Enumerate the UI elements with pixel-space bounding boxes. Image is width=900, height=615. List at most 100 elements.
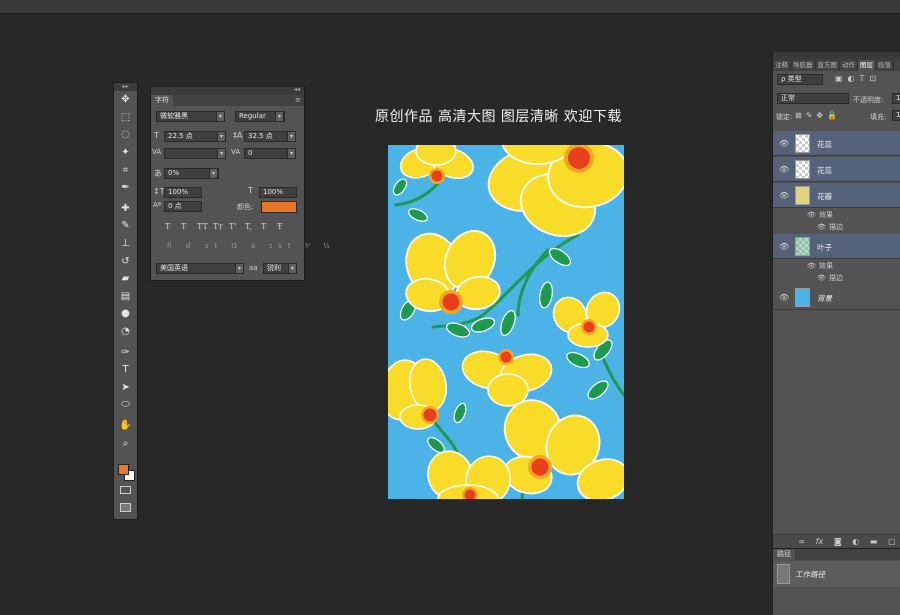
type-style-button[interactable]: T' <box>229 222 237 231</box>
folder-icon[interactable]: ▬ <box>870 537 878 546</box>
zoom-icon[interactable]: ⌕ <box>114 434 137 452</box>
layer-thumbnail <box>795 288 810 307</box>
chevron-down-icon[interactable]: ▾ <box>287 131 296 142</box>
type-style-button[interactable]: Ŧ <box>277 222 282 231</box>
type-style-button[interactable]: T <box>165 222 170 231</box>
screen-mode-icon[interactable] <box>120 503 131 512</box>
layer-row[interactable]: 👁 花蕊 <box>773 131 900 156</box>
document-canvas[interactable] <box>388 145 624 499</box>
chevron-down-icon[interactable]: ▾ <box>275 111 284 122</box>
language-select[interactable]: 美国英语 <box>156 263 244 274</box>
lock-label: 锁定: <box>776 113 793 121</box>
brush-icon[interactable]: ✎ <box>114 217 137 235</box>
tab-注释[interactable]: 注释 <box>773 60 791 71</box>
fx-icon[interactable]: fx <box>816 537 824 546</box>
tsume-icon: あ <box>154 169 162 178</box>
tracking-icon: VA <box>231 148 241 156</box>
clone-stamp-icon[interactable]: ⊥ <box>114 235 137 253</box>
tab-导航器[interactable]: 导航器 <box>791 60 816 71</box>
path-row[interactable]: 工作路径 <box>773 561 900 587</box>
blur-icon[interactable]: ● <box>114 305 137 323</box>
tab-直方图[interactable]: 直方图 <box>816 60 840 71</box>
layer-name: 花瓣 <box>817 192 832 201</box>
mask-icon[interactable]: ◙ <box>834 537 842 546</box>
chevron-down-icon[interactable]: ▾ <box>209 168 218 179</box>
chevron-down-icon[interactable]: ▾ <box>217 131 226 142</box>
pen-icon[interactable]: ✑ <box>114 343 137 361</box>
type-style-button[interactable]: TT <box>197 222 208 231</box>
lasso-icon[interactable]: ◌ <box>114 126 137 144</box>
layer-effects-row[interactable]: 👁 效果 <box>773 260 900 272</box>
layer-row[interactable]: 👁 叶子 <box>773 234 900 259</box>
layer-filter-icons[interactable]: ▣◐T⊡ <box>835 74 881 83</box>
fill-field[interactable]: 10 <box>892 110 900 121</box>
tab-动作[interactable]: 动作 <box>840 60 858 71</box>
chevron-down-icon[interactable]: ▾ <box>217 148 226 159</box>
chevron-down-icon[interactable]: ▾ <box>235 263 244 274</box>
tab-图层[interactable]: 图层 <box>858 60 876 71</box>
baseline-shift-icon: Aª <box>153 201 162 209</box>
opacity-field[interactable]: 10 <box>892 93 900 104</box>
eye-icon[interactable]: 👁 <box>807 209 816 221</box>
layer-thumbnail <box>795 186 810 205</box>
eye-icon[interactable]: 👁 <box>779 139 789 148</box>
horizontal-scale-field[interactable]: 100% <box>259 187 297 198</box>
eye-icon[interactable]: 👁 <box>779 191 789 200</box>
vertical-scale-field[interactable]: 100% <box>164 187 202 198</box>
layer-filter-select[interactable]: ρ 类型 <box>777 74 823 85</box>
marquee-icon[interactable]: ⬚ <box>114 109 137 127</box>
type-style-button[interactable]: Tт <box>213 222 223 231</box>
eye-icon[interactable]: 👁 <box>779 293 789 302</box>
quick-mask-icon[interactable] <box>120 486 131 494</box>
tab-段落[interactable]: 段落 <box>876 60 894 71</box>
panel-menu-icon[interactable]: ≡ <box>295 96 301 104</box>
layer-stroke-row[interactable]: 👁 描边 <box>773 272 900 284</box>
eye-icon[interactable]: 👁 <box>807 260 816 272</box>
ellipse-icon[interactable]: ⬭ <box>114 396 137 414</box>
dodge-icon[interactable]: ◔ <box>114 323 137 341</box>
move-icon[interactable]: ✥ <box>114 91 137 109</box>
baseline-shift-field[interactable]: 0 点 <box>164 201 202 212</box>
tab-paths[interactable]: 路径 <box>773 549 795 560</box>
history-brush-icon[interactable]: ↺ <box>114 252 137 270</box>
type-style-button[interactable]: T <box>261 222 266 231</box>
chevron-down-icon[interactable]: ▾ <box>216 111 225 122</box>
font-family-select[interactable]: 微软雅黑 <box>156 111 224 122</box>
layers-panel-header[interactable] <box>773 52 900 60</box>
layer-row[interactable]: 👁 花蕊 <box>773 157 900 182</box>
hand-icon[interactable]: ✋ <box>114 417 137 435</box>
chevron-down-icon[interactable]: ▾ <box>288 263 297 274</box>
layers-panel: 注释导航器直方图动作图层段落 ρ 类型 ▣◐T⊡ 正常 不透明度: 10 锁定:… <box>772 52 900 552</box>
text-color-swatch[interactable] <box>261 201 297 213</box>
type-style-button[interactable]: T, <box>245 222 252 231</box>
path-select-icon[interactable]: ➤ <box>114 379 137 397</box>
adjustment-icon[interactable]: ◐ <box>852 537 859 546</box>
blend-mode-select[interactable]: 正常 <box>777 93 849 104</box>
layer-stroke-row[interactable]: 👁 描边 <box>773 221 900 233</box>
type-style-button[interactable]: T <box>181 222 186 231</box>
tab-character[interactable]: 字符 <box>151 95 173 106</box>
layer-effects-row[interactable]: 👁 效果 <box>773 209 900 221</box>
magic-wand-icon[interactable]: ✦ <box>114 144 137 162</box>
link-icon[interactable]: ∞ <box>798 537 805 546</box>
eye-icon[interactable]: 👁 <box>779 165 789 174</box>
layer-thumbnail <box>795 134 810 153</box>
chevron-down-icon[interactable]: ▾ <box>287 148 296 159</box>
crop-icon[interactable]: ⌗ <box>114 161 137 179</box>
eye-icon[interactable]: 👁 <box>779 242 789 251</box>
layer-row[interactable]: 👁 花瓣 <box>773 183 900 208</box>
gradient-icon[interactable]: ▤ <box>114 288 137 306</box>
lock-icons[interactable]: ⊠✎✥🔒 <box>795 111 841 120</box>
eye-icon[interactable]: 👁 <box>817 272 826 284</box>
new-layer-icon[interactable]: ▢ <box>888 537 896 546</box>
character-panel-header[interactable]: ◂◂ <box>151 86 304 95</box>
healing-brush-icon[interactable]: ✚ <box>114 200 137 218</box>
eye-icon[interactable]: 👁 <box>817 221 826 233</box>
type-icon[interactable]: T <box>114 361 137 379</box>
layer-row[interactable]: 👁 背景 <box>773 285 900 310</box>
eyedropper-icon[interactable]: ✒ <box>114 179 137 197</box>
horizontal-scale-icon: T <box>248 186 253 195</box>
tools-panel-grip[interactable]: ▸▸ <box>114 83 137 91</box>
foreground-color-swatch[interactable] <box>118 464 129 475</box>
eraser-icon[interactable]: ▰ <box>114 270 137 288</box>
